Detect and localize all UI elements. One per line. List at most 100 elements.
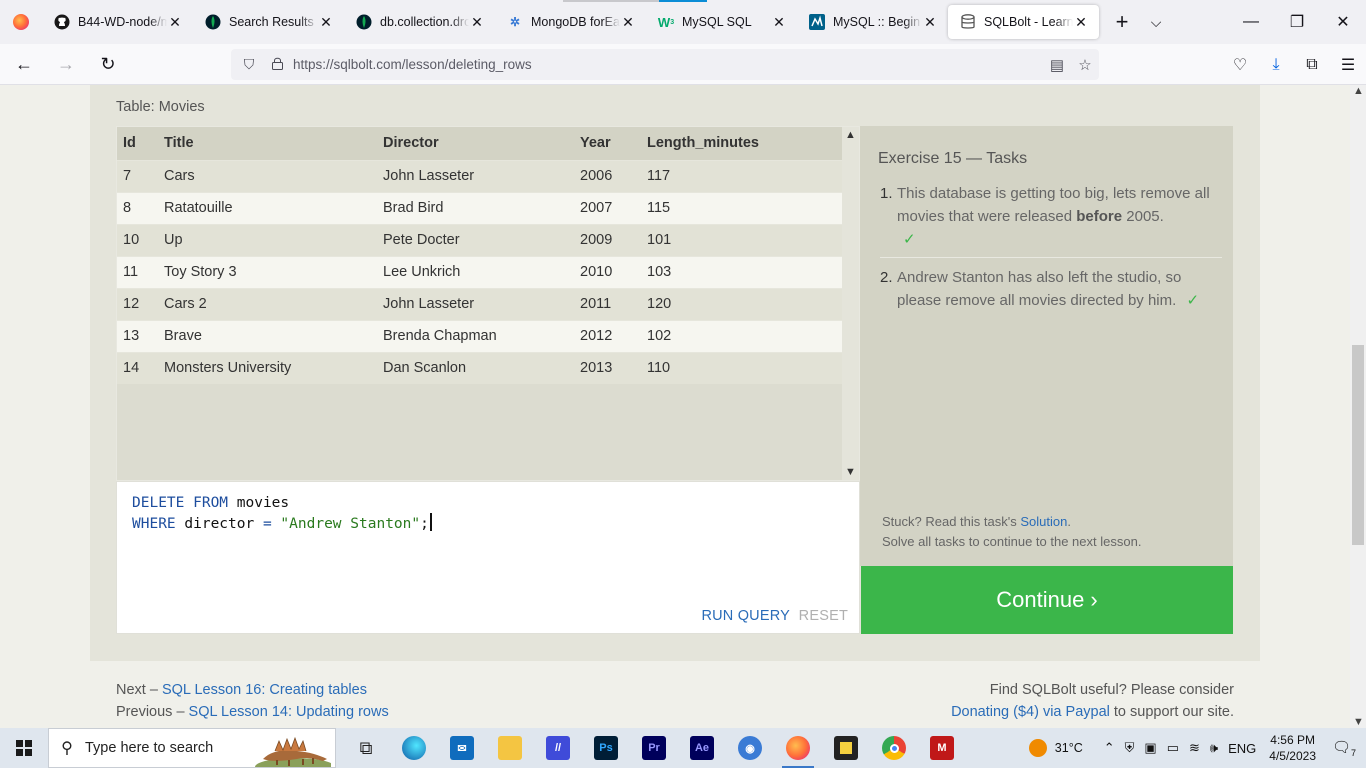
scroll-down-icon[interactable]: ▼ xyxy=(845,466,856,478)
cell-title: Up xyxy=(158,223,377,256)
tab-bar: B44-WD-node/mo ✕ Search Results ✕ db.col… xyxy=(0,0,1366,44)
page-scrollbar[interactable]: ▲ ▼ xyxy=(1350,85,1366,728)
sticky-notes-icon[interactable] xyxy=(822,728,870,768)
edge-icon[interactable] xyxy=(390,728,438,768)
task-view-icon[interactable]: ⧉ xyxy=(342,728,390,768)
language-indicator[interactable]: ENG xyxy=(1228,741,1256,756)
close-window-icon[interactable]: ✕ xyxy=(1320,0,1366,44)
tab-sqlbolt[interactable]: SQLBolt - Learn SQ ✕ xyxy=(948,5,1099,39)
table-row: 7 Cars John Lasseter 2006 117 xyxy=(117,159,843,192)
cell-title: Ratatouille xyxy=(158,191,377,224)
minimize-icon[interactable]: — xyxy=(1228,0,1274,44)
pocket-icon[interactable]: ♡ xyxy=(1222,55,1258,75)
movies-table: Id Title Director Year Length_minutes 7 … xyxy=(117,127,843,384)
new-tab-icon[interactable]: + xyxy=(1105,5,1139,39)
chevron-up-icon[interactable]: ⌃ xyxy=(1104,740,1115,756)
back-arrow-icon[interactable]: ← xyxy=(6,48,42,80)
menu-hamburger-icon[interactable]: ☰ xyxy=(1330,55,1366,75)
clock[interactable]: 4:56 PM 4/5/2023 xyxy=(1269,732,1316,764)
tab-mysql-sql[interactable]: W3 MySQL SQL ✕ xyxy=(646,5,797,39)
cell-id: 8 xyxy=(117,191,158,224)
tab-mysql-begin[interactable]: MySQL :: Begin Yo ✕ xyxy=(797,5,948,39)
extensions-icon[interactable]: ⧉ xyxy=(1294,56,1330,74)
reset-button[interactable]: RESET xyxy=(799,608,848,624)
sql-string: "Andrew Stanton" xyxy=(271,516,421,532)
task-text: 2005. xyxy=(1122,208,1164,225)
security-icon[interactable]: ⛨ xyxy=(1125,740,1135,756)
after-effects-icon[interactable]: Ae xyxy=(678,728,726,768)
close-tab-icon[interactable]: ✕ xyxy=(922,14,938,31)
mail-icon[interactable]: ✉ xyxy=(438,728,486,768)
restore-icon[interactable]: ❐ xyxy=(1274,0,1320,44)
reader-view-icon[interactable]: ▤ xyxy=(1043,56,1071,74)
tab-mongodb-foreach[interactable]: ✲ MongoDB forEach ✕ xyxy=(495,5,646,39)
reload-icon[interactable]: ↻ xyxy=(90,48,126,80)
mcafee-icon[interactable]: M xyxy=(918,728,966,768)
bookmark-star-icon[interactable]: ☆ xyxy=(1071,56,1099,74)
zoom-or-pen-app-icon[interactable]: // xyxy=(534,728,582,768)
tab-label: SQLBolt - Learn SQ xyxy=(984,15,1073,29)
meet-now-icon[interactable]: ▣ xyxy=(1144,740,1156,756)
help-text: Stuck? Read this task's Solution. Solve … xyxy=(882,512,1141,552)
solution-link[interactable]: Solution xyxy=(1020,514,1067,529)
donate-link[interactable]: Donating ($4) via Paypal xyxy=(951,704,1110,720)
support-line: Find SQLBolt useful? Please consider xyxy=(989,682,1234,698)
firefox-icon[interactable] xyxy=(774,728,822,768)
premiere-pro-icon[interactable]: Pr xyxy=(630,728,678,768)
column-header-year: Year xyxy=(574,127,641,160)
vpn-app-icon[interactable]: ◉ xyxy=(726,728,774,768)
tab-label: MySQL SQL xyxy=(682,15,752,29)
volume-icon[interactable]: 🕪 xyxy=(1210,740,1218,756)
tab-search-results[interactable]: Search Results ✕ xyxy=(193,5,344,39)
close-tab-icon[interactable]: ✕ xyxy=(167,14,183,31)
continue-button[interactable]: Continue › xyxy=(861,566,1233,634)
windows-taskbar: ⚲ Type here to search ⧉ ✉ // Ps Pr Ae ◉ … xyxy=(0,728,1366,768)
photoshop-icon[interactable]: Ps xyxy=(582,728,630,768)
url-text[interactable]: https://sqlbolt.com/lesson/deleting_rows xyxy=(293,57,1043,72)
close-tab-icon[interactable]: ✕ xyxy=(620,14,636,31)
downloads-icon[interactable]: ⤓ xyxy=(1258,56,1294,74)
url-bar[interactable]: ⛉ https://sqlbolt.com/lesson/deleting_ro… xyxy=(231,49,1099,80)
scroll-up-icon[interactable]: ▲ xyxy=(845,129,856,141)
cell-length: 115 xyxy=(641,191,843,224)
scrollbar-thumb[interactable] xyxy=(1352,345,1364,545)
forward-arrow-icon[interactable]: → xyxy=(48,48,84,80)
cell-length: 120 xyxy=(641,287,843,320)
close-tab-icon[interactable]: ✕ xyxy=(469,14,485,31)
lock-icon[interactable] xyxy=(265,57,289,73)
run-query-button[interactable]: RUN QUERY xyxy=(701,608,790,624)
cell-length: 117 xyxy=(641,159,843,192)
search-placeholder[interactable]: Type here to search xyxy=(85,740,213,756)
scroll-down-icon[interactable]: ▼ xyxy=(1353,716,1364,728)
next-lesson-link[interactable]: SQL Lesson 16: Creating tables xyxy=(162,682,367,698)
system-tray: 31°C ⌃ ⛨ ▣ ▭ ≋ 🕪 ENG 4:56 PM 4/5/2023 🗨7 xyxy=(1028,728,1366,768)
tracking-protection-shield-icon[interactable]: ⛉ xyxy=(233,56,265,73)
wifi-icon[interactable]: ≋ xyxy=(1189,740,1200,756)
notification-center-icon[interactable]: 🗨7 xyxy=(1330,738,1358,758)
tab-label: B44-WD-node/mo xyxy=(78,15,167,29)
tab-label: MySQL :: Begin Yo xyxy=(833,15,922,29)
previous-prefix: Previous – xyxy=(116,704,189,720)
chrome-icon[interactable] xyxy=(870,728,918,768)
cell-director: Brenda Chapman xyxy=(377,319,574,352)
table-scrollbar[interactable]: ▲ ▼ xyxy=(842,127,859,480)
file-explorer-icon[interactable] xyxy=(486,728,534,768)
close-tab-icon[interactable]: ✕ xyxy=(1073,14,1089,31)
weather-widget[interactable]: 31°C xyxy=(1028,739,1083,757)
tab-db-collection-drop[interactable]: db.collection.drop ✕ xyxy=(344,5,495,39)
taskbar-search[interactable]: ⚲ Type here to search xyxy=(48,728,336,768)
list-all-tabs-icon[interactable]: ⌵ xyxy=(1139,5,1173,39)
cell-length: 103 xyxy=(641,255,843,288)
close-tab-icon[interactable]: ✕ xyxy=(318,14,334,31)
close-tab-icon[interactable]: ✕ xyxy=(771,14,787,31)
sql-text: director xyxy=(175,516,263,532)
sql-query-editor[interactable]: DELETE FROM movies WHERE director = "And… xyxy=(116,481,860,634)
sql-code[interactable]: DELETE FROM movies WHERE director = "And… xyxy=(132,493,432,534)
battery-icon[interactable]: ▭ xyxy=(1167,740,1179,756)
scroll-up-icon[interactable]: ▲ xyxy=(1353,85,1364,97)
tab-b44-wd-node[interactable]: B44-WD-node/mo ✕ xyxy=(42,5,193,39)
firefox-view-icon[interactable] xyxy=(0,0,42,44)
windows-start-icon[interactable] xyxy=(0,728,48,768)
stegosaurus-search-highlight-icon[interactable] xyxy=(253,729,331,767)
previous-lesson-link[interactable]: SQL Lesson 14: Updating rows xyxy=(189,704,389,720)
